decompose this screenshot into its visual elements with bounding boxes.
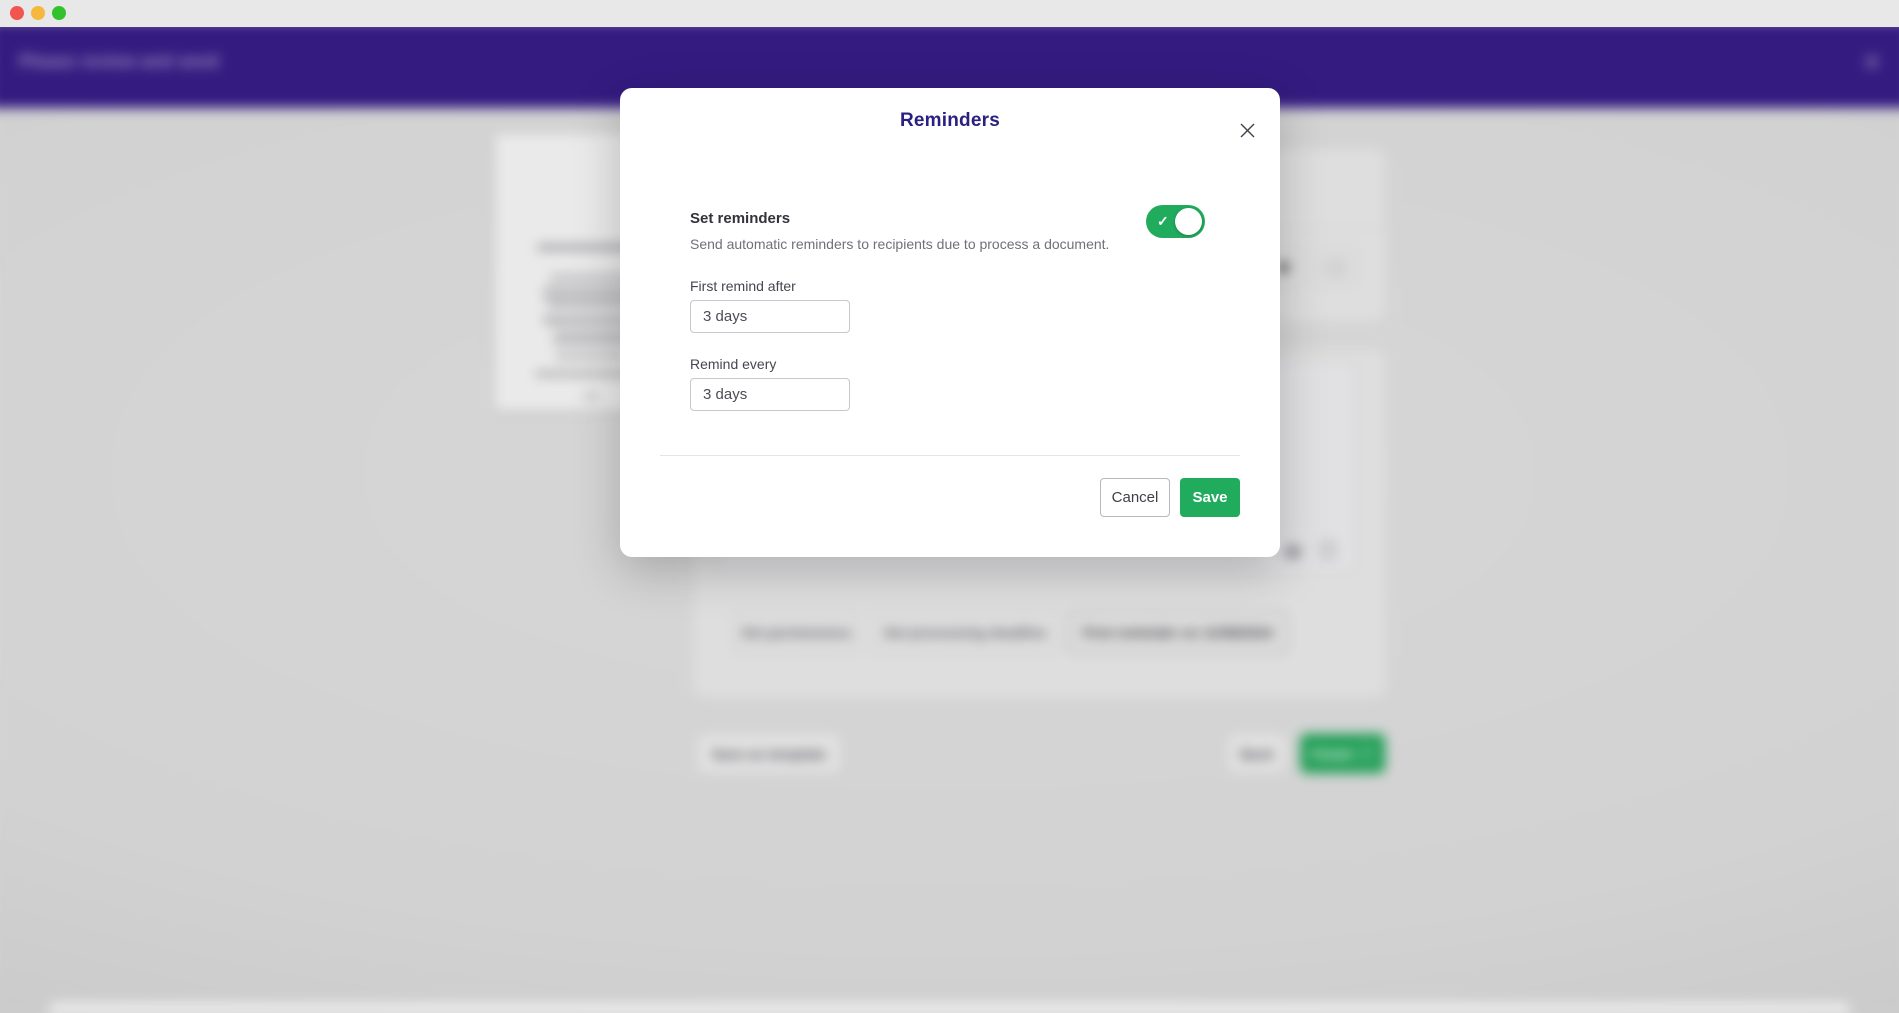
reminders-modal: Reminders Set reminders Send automatic r… [620, 88, 1280, 557]
window-close-icon[interactable] [10, 6, 24, 20]
set-reminders-description: Send automatic reminders to recipients d… [690, 236, 1109, 252]
document-icon [1321, 541, 1334, 558]
back-button[interactable]: Back [1227, 734, 1287, 773]
modal-title: Reminders [620, 110, 1280, 132]
screen: Please review and send [0, 0, 1899, 1013]
check-icon: ✓ [1157, 213, 1169, 230]
save-button[interactable]: Save [1180, 478, 1240, 517]
cancel-button[interactable]: Cancel [1100, 478, 1170, 517]
chat-bubble-icon [1285, 545, 1301, 558]
set-reminders-label: Set reminders [690, 210, 790, 227]
save-as-template-button[interactable]: Save as template [697, 734, 841, 773]
bottom-strip [49, 1003, 1849, 1013]
window-titlebar [0, 0, 1899, 27]
toggle-knob [1175, 208, 1202, 235]
first-remind-after-input[interactable] [690, 300, 850, 333]
header-close-icon[interactable] [1863, 53, 1883, 73]
arrow-circle-icon: → [1359, 746, 1374, 761]
modal-close-button[interactable] [1236, 119, 1258, 141]
doc-page-dash [584, 395, 600, 398]
set-processing-deadline-button[interactable]: Set processing deadline [871, 612, 1059, 652]
set-permissions-button[interactable]: Set permissions [733, 612, 858, 652]
doc-line [555, 354, 628, 358]
first-remind-after-label: First remind after [690, 278, 796, 294]
remind-every-input[interactable] [690, 378, 850, 411]
remind-every-label: Remind every [690, 356, 776, 372]
window-zoom-icon[interactable] [52, 6, 66, 20]
page-title: Please review and send [19, 52, 219, 72]
comment-icon-button[interactable] [1314, 247, 1357, 287]
set-reminders-toggle[interactable]: ✓ [1146, 205, 1205, 238]
chat-icon [1326, 260, 1344, 275]
modal-divider [660, 455, 1240, 456]
close-icon [1239, 122, 1256, 139]
window-minimize-icon[interactable] [31, 6, 45, 20]
finish-button[interactable]: Finish → [1300, 734, 1385, 773]
finish-button-label: Finish [1311, 745, 1353, 761]
first-reminder-button[interactable]: First reminder on 11/08/2024 [1068, 612, 1287, 652]
